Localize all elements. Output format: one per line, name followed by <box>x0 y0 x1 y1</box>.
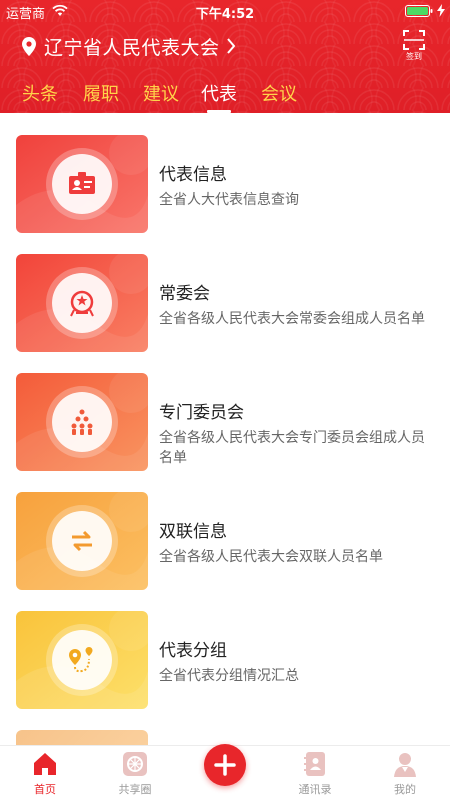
location-pin-icon <box>22 36 36 56</box>
location-title: 辽宁省人民代表大会 <box>44 36 220 59</box>
list-item-special-committee[interactable]: 专门委员会 全省各级人民代表大会专门委员会组成人员名单 <box>0 373 450 473</box>
thumbnail <box>16 373 148 471</box>
icon-circle <box>52 511 112 571</box>
thumbnail <box>16 611 148 709</box>
list-item-partial[interactable] <box>0 730 450 745</box>
location-selector[interactable]: 辽宁省人民代表大会 <box>22 32 236 60</box>
group-icon <box>71 409 93 435</box>
id-card-icon <box>69 172 95 194</box>
sign-in-label: 签到 <box>406 52 422 61</box>
nav-contacts[interactable]: 通讯录 <box>280 750 350 797</box>
tab-representatives[interactable]: 代表 <box>201 80 237 113</box>
item-title: 代表分组 <box>159 641 227 661</box>
nav-contacts-label: 通讯录 <box>298 783 332 796</box>
category-tabs: 头条 履职 建议 代表 会议 <box>0 76 450 113</box>
status-time: 下午4:52 <box>195 7 255 22</box>
list-item-standing-committee[interactable]: 常委会 全省各级人民代表大会常委会组成人员名单 <box>0 254 450 354</box>
list-item-rep-groups[interactable]: 代表分组 全省代表分组情况汇总 <box>0 611 450 711</box>
status-bar: 运营商 下午4:52 <box>0 0 450 22</box>
profile-icon <box>394 753 416 777</box>
icon-circle <box>52 273 112 333</box>
contacts-icon <box>304 752 325 776</box>
icon-circle <box>52 392 112 452</box>
tab-meetings[interactable]: 会议 <box>261 80 297 113</box>
home-icon <box>34 753 56 775</box>
item-description: 全省各级人民代表大会专门委员会组成人员名单 <box>159 430 425 466</box>
chevron-right-icon <box>226 38 235 54</box>
list-item-liaison-info[interactable]: 双联信息 全省各级人民代表大会双联人员名单 <box>0 492 450 592</box>
icon-circle <box>52 630 112 690</box>
item-title: 双联信息 <box>159 522 227 542</box>
list-item-rep-info[interactable]: 代表信息 全省人大代表信息查询 <box>0 135 450 235</box>
nav-profile-label: 我的 <box>394 783 416 796</box>
charging-icon <box>437 4 445 17</box>
item-description: 全省各级人民代表大会双联人员名单 <box>159 549 383 565</box>
item-title: 代表信息 <box>159 165 227 185</box>
nav-share-circle-label: 共享圈 <box>118 783 152 796</box>
sign-in-button[interactable]: 签到 <box>398 30 430 64</box>
nav-profile[interactable]: 我的 <box>370 750 440 797</box>
add-icon <box>214 754 236 776</box>
thumbnail <box>16 730 148 745</box>
header: 运营商 下午4:52 辽宁省人民代表大会 签到 头条 履职 建议 代表 会议 <box>0 0 450 113</box>
scan-icon <box>403 30 425 50</box>
item-title: 常委会 <box>159 284 210 304</box>
emblem-icon <box>70 290 94 317</box>
nav-home-label: 首页 <box>34 783 56 796</box>
add-button[interactable] <box>204 744 246 786</box>
icon-circle <box>52 154 112 214</box>
tab-suggestions[interactable]: 建议 <box>143 80 179 113</box>
feature-list: 代表信息 全省人大代表信息查询 常委会 全省各级人民代表大会常委会组成人员名单 <box>0 113 450 745</box>
nav-home[interactable]: 首页 <box>10 750 80 797</box>
share-circle-icon <box>123 752 147 776</box>
route-icon <box>69 647 93 673</box>
item-description: 全省人大代表信息查询 <box>159 192 299 208</box>
battery-icon <box>405 5 433 17</box>
thumbnail <box>16 254 148 352</box>
tab-duties[interactable]: 履职 <box>83 80 119 113</box>
item-description: 全省代表分组情况汇总 <box>159 668 299 684</box>
bottom-navigation: 首页 共享圈 通讯录 我的 <box>0 744 450 800</box>
tab-headlines[interactable]: 头条 <box>22 80 58 113</box>
thumbnail <box>16 492 148 590</box>
nav-share-circle[interactable]: 共享圈 <box>100 750 170 797</box>
exchange-icon <box>72 530 92 552</box>
item-description: 全省各级人民代表大会常委会组成人员名单 <box>159 311 425 327</box>
thumbnail <box>16 135 148 233</box>
item-title: 专门委员会 <box>159 403 244 423</box>
